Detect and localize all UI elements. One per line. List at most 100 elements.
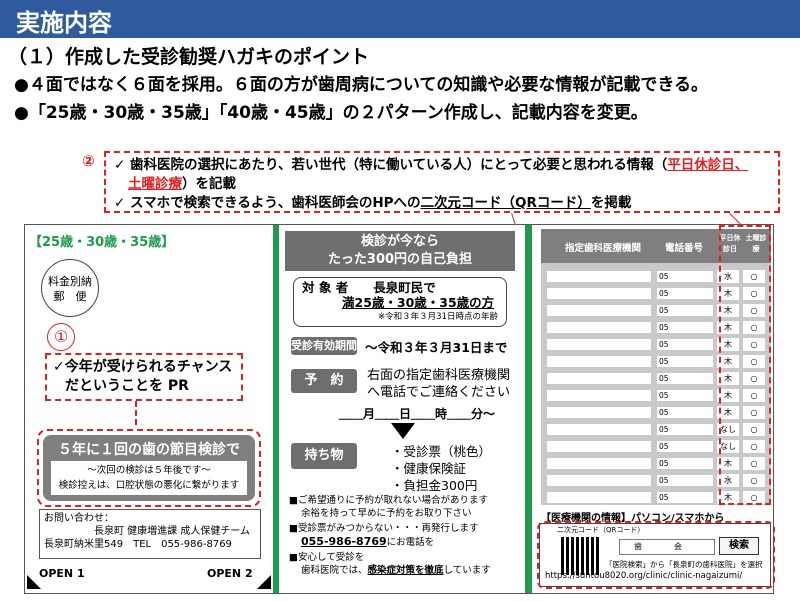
reissue-phone: 055-986-8769 [301,534,387,548]
fold-strip [525,225,532,593]
checkup-note: ～次回の検診は５年後です～ 検診控えは、口腔状態の悪化に繋がります [51,461,247,495]
clinic-name-cell [547,322,651,333]
items-badge: 持ち物 [291,443,357,469]
clinic-name-cell [547,424,651,435]
bullet-point-1: ●４面ではなく６面を採用。６面の方が歯周病についての知識や必要な情報が記載できる… [14,75,708,95]
cost-banner: 検診が今なら たった300円の自己負担 [285,231,515,271]
search-help: 「医院検索」から「長泉町の歯科医院」を選択 [605,560,763,569]
open-1-label: OPEN 1 [39,567,85,580]
note-line3-end: を掲載 [590,195,632,211]
valid-period: ～令和３年３月31日まで [365,340,508,355]
marker-1: ① [47,323,75,351]
search-button[interactable]: 検索 [719,537,759,555]
phone-cell: 05 [657,288,713,299]
phone-cell: 05 [657,305,713,316]
open-2-label: OPEN 2 [207,567,253,580]
clinic-name-cell [547,407,651,418]
down-arrow-icon [391,423,415,439]
note-text: 歯科医院では、 [301,564,368,576]
clinic-name-cell [547,305,651,316]
postage-stamp-mark: 料金別納郵 便 [41,259,99,317]
clinic-name-cell [547,271,651,282]
reserve-text: 右面の指定歯科医療機関 へ電話でご連絡ください [367,367,510,401]
clinic-name-cell [547,390,651,401]
reserve-badge: 予 約 [291,369,357,393]
reserve-line: へ電話でご連絡ください [367,385,511,400]
note-weekday-closed: 平日休診日、 [667,157,749,173]
checkup-text: ～次回の検診は５年後です～ [87,465,211,476]
phone-cell: 05 [657,373,713,384]
qr-label: 二次元コード（QRコード） [557,526,645,534]
postcard-panel-clinics: 指定歯科医療機関 電話番号 平日休診日 土曜診療 05 水 ○ 05 木 ○ 05 木 ○ 05 木… [535,225,775,593]
note-line2: ）を記載 [182,176,236,192]
marker-2: ② [82,152,95,170]
valid-badge: 受診有効期間 [291,337,357,355]
target-text: 対 象 者 長泉町民で [302,280,436,295]
open-corner-right [257,575,271,589]
pr-text: ✓今年が受けられるチャンス [53,359,233,375]
infection-control: 感染症対策を徹底 [367,564,444,576]
clinic-url[interactable]: https://suntou8020.org/clinic/clinic-nag… [545,571,742,581]
phone-cell: 05 [657,356,713,367]
contact-text: 長泉町 健康増進課 成人保健チーム [94,526,251,537]
item: ・健康保険証 [391,461,467,476]
phone-cell: 05 [657,271,713,282]
info-highlight [719,225,771,505]
contact-box: お問い合わせ： 長泉町 健康増進課 成人保健チーム 長泉町納米里549 TEL … [39,509,261,559]
cost-text: 検診が今なら [360,234,439,249]
phone-cell: 05 [657,322,713,333]
note-text: ■ご希望通りに予約が取れない場合があります [289,495,488,506]
contact-text: 長泉町納米里549 TEL 055-986-8769 [44,539,232,550]
phone-cell: 05 [657,424,713,435]
qr-code[interactable] [561,537,599,575]
target-box: 対 象 者 長泉町民で 満25歳・30歳・35歳の方 ※令和３年３月31日時点の… [293,277,507,327]
target-note: ※令和３年３月31日時点の年齢 [378,312,498,322]
target-ages: 満25歳・30歳・35歳の方 [342,295,495,310]
clinic-name-cell [547,356,651,367]
note-box: ✓ 歯科医院の選択にあたり、若い世代（特に働いている人）にとって必要と思われる情… [104,151,780,213]
note-text: にお電話を [386,536,435,548]
phone-cell: 05 [657,390,713,401]
phone-cell: 05 [657,339,713,350]
item: ・受診票（桃色） [391,444,492,459]
bullet-point-2: ●「25歳・30歳・35歳」「40歳・45歳」の２パターン作成し、記載内容を変更… [14,103,648,123]
clinic-name-cell [547,475,651,486]
stamp-text: 郵 便 [53,290,87,303]
note-text: ■安心して受診を [289,552,365,563]
postcard-image: 【25歳・30歳・35歳】 料金別納郵 便 ① ✓今年が受けられるチャンスだとい… [24,224,775,594]
col-header-phone: 電話番号 [665,243,704,254]
note-text: しています [443,564,491,576]
clinic-name-cell [547,288,651,299]
appointment-blank: ＿＿月＿＿日＿＿時＿＿分～ [339,407,496,421]
clinic-name-cell [547,441,651,452]
page-title: 実施内容 [16,9,112,37]
note-text: 余裕を持って早めに予約をお取り下さい [301,507,472,519]
item: ・負担金300円 [391,478,478,493]
header-bar: 実施内容 [0,0,800,38]
section-subtitle: （１）作成した受診勧奨ハガキのポイント [8,46,370,68]
callout-arrow [135,401,137,425]
pr-callout: ✓今年が受けられるチャンスだということを PR [45,353,243,401]
checkup-text: 検診控えは、口腔状態の悪化に繋がります [58,480,240,491]
clinic-name-cell [547,458,651,469]
phone-cell: 05 [657,458,713,469]
phone-cell: 05 [657,441,713,452]
age-label: 【25歳・30歳・35歳】 [29,235,175,250]
search-input[interactable]: 歯 会 [619,539,715,555]
clinic-name-cell [547,373,651,384]
phone-cell: 05 [657,407,713,418]
note-line3: ✓ スマホで検索できるよう、歯科医師会のHPへの [114,195,421,211]
stamp-text: 料金別納 [48,275,92,288]
phone-cell: 05 [657,492,713,503]
checkup-banner: ５年に１回の歯の節目検診です！ ～次回の検診は５年後です～検診控えは、口腔状態の… [43,435,255,501]
notes-list: ■ご希望通りに予約が取れない場合があります 余裕を持って早めに予約をお取り下さい… [289,495,517,577]
postcard-panel-front: 【25歳・30歳・35歳】 料金別納郵 便 ① ✓今年が受けられるチャンスだとい… [25,225,273,593]
postcard-panel-info: 検診が今なら たった300円の自己負担 対 象 者 長泉町民で 満25歳・30歳・… [279,225,521,593]
items-list: ・受診票（桃色） ・健康保険証 ・負担金300円 [391,443,491,494]
note-line1: ✓ 歯科医院の選択にあたり、若い世代（特に働いている人）にとって必要と思われる情… [114,157,668,173]
pr-text: だということを PR [65,378,189,394]
reserve-line: 右面の指定歯科医療機関 [367,368,511,383]
note-saturday: 土曜診療 [128,176,182,192]
phone-cell: 05 [657,475,713,486]
col-header-name: 指定歯科医療機関 [565,243,642,254]
